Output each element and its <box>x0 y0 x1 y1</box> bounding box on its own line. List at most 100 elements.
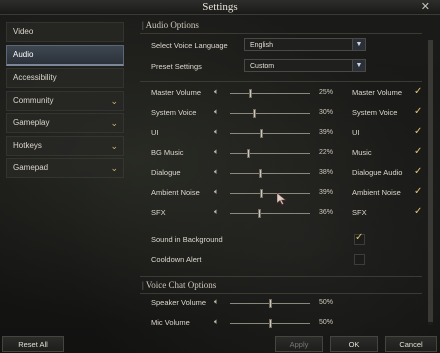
cooldown-alert-label: Cooldown Alert <box>151 255 202 264</box>
volume-slider-handle[interactable] <box>260 129 263 138</box>
cooldown-alert-checkbox[interactable] <box>354 254 365 265</box>
checkmark-icon[interactable]: ✓ <box>414 146 422 157</box>
checkmark-icon[interactable]: ✓ <box>414 106 422 117</box>
sidebar-item-label: Community <box>13 95 54 105</box>
sidebar-item-audio[interactable]: Audio <box>6 44 124 66</box>
speaker-icon[interactable]: 🔈︎ <box>214 317 219 327</box>
slider-label: UI <box>151 128 159 137</box>
chevron-down-icon: ⌄ <box>110 95 118 106</box>
output-toggle-label: Ambient Noise <box>352 188 401 197</box>
sidebar-item-label: Audio <box>13 49 34 59</box>
slider-value: 36% <box>318 209 333 216</box>
checkmark-icon[interactable]: ✓ <box>414 126 422 137</box>
volume-slider-handle[interactable] <box>260 189 263 198</box>
divider <box>140 33 422 34</box>
chevron-down-icon: ⌄ <box>110 118 118 128</box>
volume-slider-handle[interactable] <box>259 169 262 178</box>
chevron-down-icon[interactable]: ▼ <box>352 60 365 71</box>
sidebar-item-label: Hotkeys <box>13 140 42 150</box>
window-title: Settings <box>202 1 238 13</box>
output-toggle-label: Master Volume <box>352 88 403 97</box>
chevron-down-icon: ⌄ <box>110 140 118 151</box>
divider <box>140 81 422 82</box>
volume-slider-track[interactable] <box>230 193 310 194</box>
checkmark-icon[interactable]: ✓ <box>414 206 422 217</box>
section-title-voice-chat: Voice Chat Options <box>142 280 216 290</box>
speaker-icon[interactable]: 🔈︎ <box>214 87 219 97</box>
volume-slider-handle[interactable] <box>269 299 272 308</box>
footer-bar: Reset All Apply OK Cancel <box>0 335 440 353</box>
slider-value: 25% <box>318 89 333 96</box>
cancel-button[interactable]: Cancel <box>385 336 437 352</box>
preset-settings-value: Custom <box>250 63 275 70</box>
sidebar-item-label: Video <box>13 27 34 36</box>
checkmark-icon[interactable]: ✓ <box>414 86 422 97</box>
slider-label: BG Music <box>151 148 184 157</box>
sidebar-item-hotkeys[interactable]: Hotkeys ⌄ <box>6 135 124 156</box>
volume-slider-handle[interactable] <box>249 89 252 98</box>
slider-label: SFX <box>151 208 166 217</box>
speaker-icon[interactable]: 🔈︎ <box>214 207 219 217</box>
sidebar-item-community[interactable]: Community ⌄ <box>6 90 124 111</box>
output-toggle-label: SFX <box>352 208 367 217</box>
speaker-icon[interactable]: 🔈︎ <box>214 167 219 177</box>
volume-slider-track[interactable] <box>230 173 310 174</box>
checkmark-icon[interactable]: ✓ <box>414 186 422 197</box>
reset-all-button[interactable]: Reset All <box>2 336 64 352</box>
slider-label: Ambient Noise <box>151 188 200 197</box>
sidebar-item-gamepad[interactable]: Gamepad ⌄ <box>6 158 124 178</box>
preset-settings-select[interactable]: Custom ▼ <box>244 59 366 72</box>
preset-settings-label: Preset Settings <box>151 62 202 71</box>
checkmark-icon: ✓ <box>355 232 364 243</box>
scrollbar-thumb[interactable] <box>428 40 433 322</box>
scrollbar[interactable] <box>428 40 433 325</box>
slider-value: 39% <box>318 129 333 136</box>
sidebar-item-gameplay[interactable]: Gameplay ⌄ <box>6 113 124 133</box>
slider-value: 38% <box>318 169 333 176</box>
slider-value: 30% <box>318 109 333 116</box>
apply-button[interactable]: Apply <box>275 336 323 352</box>
volume-slider-handle[interactable] <box>247 149 250 158</box>
sidebar-item-label: Gameplay <box>13 118 50 127</box>
checkmark-icon[interactable]: ✓ <box>414 166 422 177</box>
sidebar-item-video[interactable]: Video <box>6 22 124 42</box>
volume-slider-handle[interactable] <box>253 109 256 118</box>
slider-value: 50% <box>318 299 333 306</box>
volume-slider-handle[interactable] <box>258 209 261 218</box>
volume-slider-track[interactable] <box>230 93 310 94</box>
audio-settings-panel: Audio Options Select Voice Language Engl… <box>130 15 428 333</box>
title-bar: Settings ✕ <box>0 0 440 15</box>
speaker-icon[interactable]: 🔈︎ <box>214 297 219 307</box>
slider-label: Mic Volume <box>151 318 190 327</box>
volume-slider-track[interactable] <box>230 213 310 214</box>
sound-in-background-checkbox[interactable]: ✓ <box>354 232 365 245</box>
ok-button[interactable]: OK <box>330 336 378 352</box>
mouse-cursor-icon <box>277 193 287 205</box>
volume-slider-track[interactable] <box>230 153 310 154</box>
output-toggle-label: System Voice <box>352 108 398 117</box>
slider-label: System Voice <box>151 108 197 117</box>
output-toggle-label: Music <box>352 148 372 157</box>
chevron-down-icon[interactable]: ▼ <box>352 39 365 50</box>
volume-slider-handle[interactable] <box>269 319 272 328</box>
voice-language-value: English <box>250 42 273 49</box>
speaker-icon[interactable]: 🔈︎ <box>214 127 219 137</box>
slider-label: Dialogue <box>151 168 181 177</box>
output-toggle-label: UI <box>352 128 360 137</box>
sidebar: Video Audio Accessibility Community ⌄ Ga… <box>6 22 124 181</box>
divider <box>140 293 422 294</box>
speaker-icon[interactable]: 🔈︎ <box>214 147 219 157</box>
close-icon[interactable]: ✕ <box>421 0 430 14</box>
volume-slider-track[interactable] <box>230 113 310 114</box>
speaker-icon[interactable]: 🔈︎ <box>214 107 219 117</box>
volume-slider-track[interactable] <box>230 133 310 134</box>
slider-label: Speaker Volume <box>151 298 207 307</box>
output-toggle-label: Dialogue Audio <box>352 168 403 177</box>
divider <box>140 276 422 277</box>
slider-value: 22% <box>318 149 333 156</box>
speaker-icon[interactable]: 🔈︎ <box>214 187 219 197</box>
voice-language-select[interactable]: English ▼ <box>244 38 366 51</box>
sidebar-item-label: Gamepad <box>13 163 49 172</box>
slider-value: 50% <box>318 319 333 326</box>
sidebar-item-accessibility[interactable]: Accessibility <box>6 68 124 88</box>
